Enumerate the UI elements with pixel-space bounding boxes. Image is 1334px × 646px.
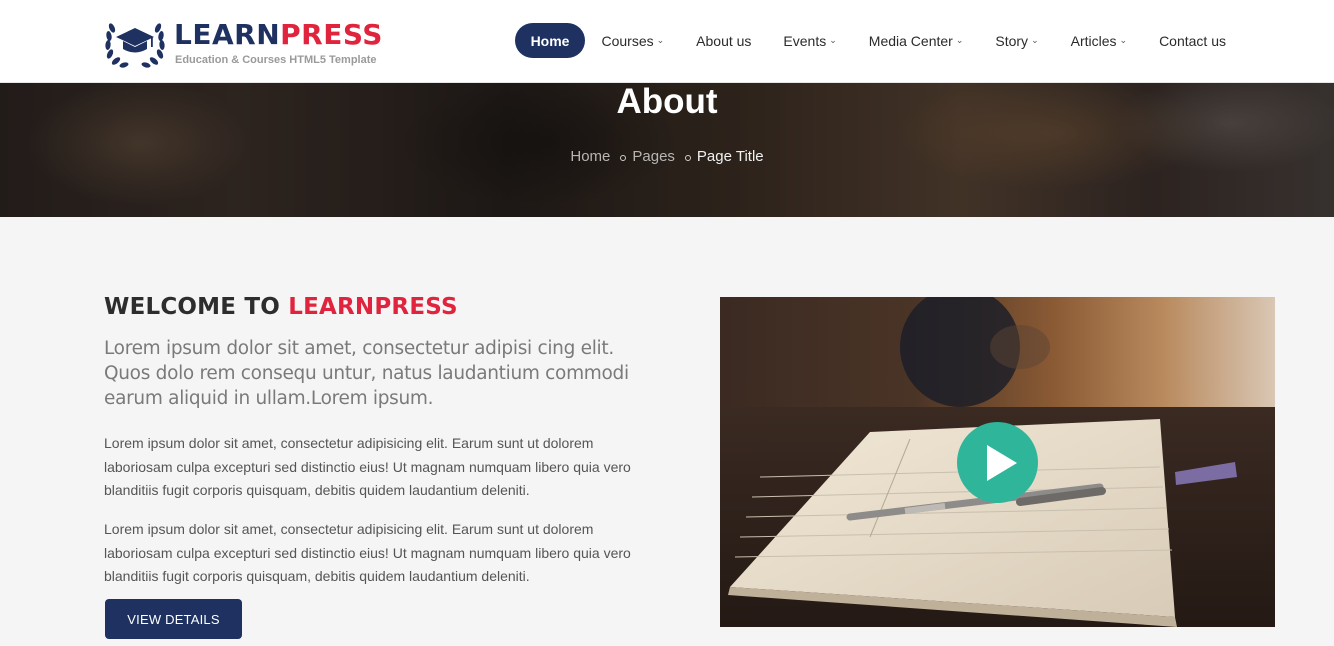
brand-name-part1: LEARN (174, 18, 281, 51)
nav-item-articles[interactable]: Articles ⌄ (1055, 23, 1143, 58)
body-paragraph: Lorem ipsum dolor sit amet, consectetur … (104, 521, 631, 584)
nav-item-label: Media Center (868, 32, 953, 49)
play-button[interactable] (957, 422, 1038, 503)
main-nav: Home Courses ⌄ About us Events ⌄ Media Cen… (514, 23, 1242, 58)
nav-item-courses[interactable]: Courses ⌄ (585, 23, 680, 58)
chevron-down-icon: ⌄ (1031, 35, 1039, 45)
site-logo[interactable]: LEARNPRESS Education & Courses HTML5 Tem… (104, 14, 384, 70)
nav-item-label: Contact us (1159, 32, 1226, 49)
page-title: About (616, 83, 718, 121)
nav-item-label: Story (995, 32, 1029, 49)
nav-item-label: About us (696, 32, 752, 49)
nav-item-label: Articles (1070, 32, 1117, 49)
circle-separator-icon (620, 155, 627, 161)
circle-separator-icon (684, 155, 691, 161)
brand-name-part2: PRESS (280, 18, 383, 51)
section-title-part1: WELCOME TO (104, 294, 289, 320)
lead-text: Lorem ipsum dolor sit amet, consectetur … (104, 338, 629, 409)
section-title-highlight: LEARNPRESS (288, 294, 458, 320)
view-details-button[interactable]: VIEW DETAILS (105, 599, 242, 639)
video-thumbnail[interactable] (720, 297, 1275, 627)
brand-name: LEARNPRESS (174, 18, 383, 52)
play-icon (986, 444, 1017, 481)
nav-item-media-center[interactable]: Media Center ⌄ (853, 23, 980, 58)
page-hero: About Home Pages Page Title (0, 83, 1334, 217)
breadcrumb-current: Page Title (696, 148, 764, 165)
brand-tagline: Education & Courses HTML5 Template (175, 54, 377, 66)
nav-item-events[interactable]: Events ⌄ (767, 23, 852, 58)
chevron-down-icon: ⌄ (829, 35, 837, 45)
nav-item-story[interactable]: Story ⌄ (979, 23, 1054, 58)
breadcrumb-pages[interactable]: Pages (632, 148, 675, 165)
nav-item-label: Home (530, 32, 570, 49)
breadcrumb-home[interactable]: Home (570, 148, 610, 165)
nav-item-label: Events (783, 32, 827, 49)
body-paragraph: Lorem ipsum dolor sit amet, consectetur … (104, 435, 631, 498)
breadcrumb: Home Pages Page Title (0, 148, 1334, 165)
chevron-down-icon: ⌄ (656, 35, 665, 45)
nav-item-contact-us[interactable]: Contact us (1143, 23, 1242, 58)
section-title: WELCOME TO LEARNPRESS (104, 294, 458, 320)
nav-item-home[interactable]: Home (514, 23, 586, 58)
site-header: LEARNPRESS Education & Courses HTML5 Tem… (0, 0, 1334, 83)
chevron-down-icon: ⌄ (955, 35, 964, 45)
chevron-down-icon: ⌄ (1119, 35, 1128, 45)
nav-item-label: Courses (601, 32, 654, 49)
graduation-cap-laurel-icon (105, 23, 165, 68)
nav-item-about-us[interactable]: About us (680, 23, 767, 58)
